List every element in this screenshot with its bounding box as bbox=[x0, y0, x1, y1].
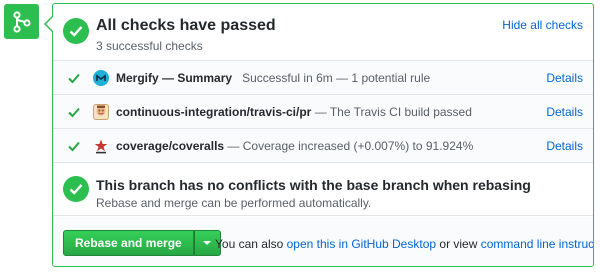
mergify-logo-icon bbox=[93, 70, 109, 86]
success-check-icon bbox=[63, 176, 89, 202]
checks-count: 3 successful checks bbox=[96, 39, 203, 53]
check-name: coverage/coveralls bbox=[116, 139, 225, 153]
check-icon bbox=[68, 141, 80, 152]
success-check-icon bbox=[63, 18, 89, 44]
check-icon bbox=[68, 73, 80, 84]
actions-text-middle: or view bbox=[439, 237, 478, 251]
checks-list: Mergify — Summary Successful in 6m — 1 p… bbox=[53, 61, 593, 163]
check-name: Mergify — Summary bbox=[116, 71, 233, 85]
check-row-coveralls: coverage/coveralls — Coverage increased … bbox=[53, 129, 593, 163]
check-details-link[interactable]: Details bbox=[546, 105, 583, 119]
check-name: continuous-integration/travis-ci/pr bbox=[116, 105, 312, 119]
merge-button-group: Rebase and merge bbox=[63, 230, 221, 256]
command-line-instructions-link[interactable]: command line instructions bbox=[481, 237, 593, 251]
check-icon bbox=[68, 107, 80, 118]
git-merge-icon bbox=[4, 4, 39, 39]
check-description: — Coverage increased (+0.007%) to 91.924… bbox=[227, 139, 474, 153]
rebase-and-merge-button[interactable]: Rebase and merge bbox=[63, 230, 194, 256]
check-row-mergify: Mergify — Summary Successful in 6m — 1 p… bbox=[53, 61, 593, 95]
open-in-desktop-link[interactable]: open this in GitHub Desktop bbox=[287, 237, 436, 251]
merge-status-panel: All checks have passed 3 successful chec… bbox=[52, 3, 594, 267]
check-details-link[interactable]: Details bbox=[546, 139, 583, 153]
alternative-actions-text: You can also open this in GitHub Desktop… bbox=[215, 237, 593, 251]
travis-ci-logo-icon bbox=[93, 104, 109, 120]
checks-status-title: All checks have passed bbox=[96, 17, 276, 34]
check-row-travis: continuous-integration/travis-ci/pr — Th… bbox=[53, 95, 593, 129]
panel-pointer-inner bbox=[46, 17, 53, 31]
conflicts-status: This branch has no conflicts with the ba… bbox=[53, 163, 593, 216]
check-details-link[interactable]: Details bbox=[546, 71, 583, 85]
check-description: Successful in 6m — 1 potential rule bbox=[242, 71, 431, 85]
actions-text-prefix: You can also bbox=[215, 237, 284, 251]
checks-summary-header: All checks have passed 3 successful chec… bbox=[53, 4, 593, 61]
hide-all-checks-link[interactable]: Hide all checks bbox=[502, 18, 583, 32]
coveralls-logo-icon bbox=[93, 138, 109, 154]
conflicts-title: This branch has no conflicts with the ba… bbox=[96, 177, 531, 193]
check-description: — The Travis CI build passed bbox=[314, 105, 472, 119]
merge-actions: Rebase and merge You can also open this … bbox=[53, 217, 593, 266]
conflicts-subtitle: Rebase and merge can be performed automa… bbox=[96, 196, 372, 210]
caret-down-icon bbox=[203, 241, 212, 245]
